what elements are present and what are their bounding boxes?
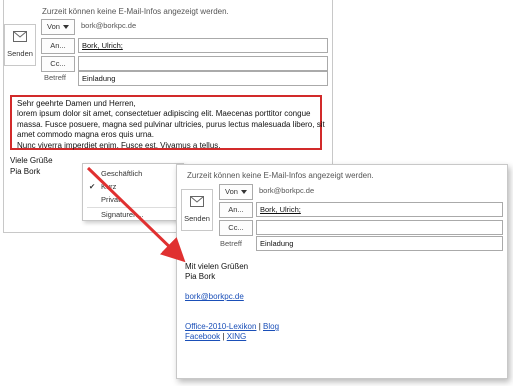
separator: | xyxy=(258,322,261,331)
to-recipient[interactable]: Bork, Ulrich; xyxy=(260,205,301,214)
from-button[interactable]: Von xyxy=(41,19,75,35)
signature-line-2: Pia Bork xyxy=(10,167,41,176)
check-icon: ✔ xyxy=(89,182,96,191)
email-link[interactable]: bork@borkpc.de xyxy=(185,292,244,301)
cc-field[interactable] xyxy=(78,56,328,71)
to-button[interactable]: An... xyxy=(219,202,253,218)
signature-greeting: Mit vielen Grüßen xyxy=(185,262,249,271)
menu-item-geschaeftlich[interactable]: Geschäftlich xyxy=(101,169,142,178)
from-value: bork@borkpc.de xyxy=(259,186,315,195)
signature-name: Pia Bork xyxy=(185,272,216,281)
signature-line-1: Viele Grüße xyxy=(10,156,53,165)
from-label: Von xyxy=(225,187,238,196)
envelope-icon xyxy=(190,196,204,207)
message-body-highlighted[interactable]: Sehr geehrte Damen und Herren, lorem ips… xyxy=(10,95,325,150)
menu-item-kurz[interactable]: Kurz xyxy=(101,182,116,191)
subject-label: Betreff xyxy=(220,239,242,248)
subject-label: Betreff xyxy=(44,73,66,82)
separator: | xyxy=(222,332,225,341)
envelope-icon xyxy=(13,31,27,42)
from-button[interactable]: Von xyxy=(219,184,253,200)
subject-field[interactable]: Einladung xyxy=(78,71,328,86)
send-button[interactable]: Senden xyxy=(181,189,213,231)
body-line: Sehr geehrte Damen und Herren, xyxy=(17,99,136,108)
from-label: Von xyxy=(47,22,60,31)
signature-menu: Geschäftlich ✔ Kurz Privat Signaturen... xyxy=(82,163,184,221)
menu-divider xyxy=(87,207,179,208)
send-label: Senden xyxy=(184,214,210,223)
body-line: Nunc viverra imperdiet enim. Fusce est. … xyxy=(17,140,221,150)
office-lexikon-link[interactable]: Office-2010-Lexikon xyxy=(185,322,256,331)
to-recipient[interactable]: Bork, Ulrich; xyxy=(82,41,123,50)
menu-item-privat[interactable]: Privat xyxy=(101,195,120,204)
to-button[interactable]: An... xyxy=(41,38,75,54)
from-value: bork@borkpc.de xyxy=(81,21,137,30)
to-field[interactable]: Bork, Ulrich; xyxy=(78,38,328,53)
send-label: Senden xyxy=(7,49,33,58)
cc-button[interactable]: Cc... xyxy=(41,56,75,72)
body-line: lorem ipsum dolor sit amet, consectetuer… xyxy=(17,109,311,119)
xing-link[interactable]: XING xyxy=(227,332,247,341)
compose-window-front: Zurzeit können keine E-Mail-Infos angeze… xyxy=(176,164,508,379)
facebook-link[interactable]: Facebook xyxy=(185,332,220,341)
chevron-down-icon xyxy=(62,25,69,30)
blog-link[interactable]: Blog xyxy=(263,322,279,331)
to-field[interactable]: Bork, Ulrich; xyxy=(256,202,503,217)
info-bar-text: Zurzeit können keine E-Mail-Infos angeze… xyxy=(187,171,374,180)
body-line: massa. Fusce posuere, magna sed pulvinar… xyxy=(17,119,325,129)
links-row-1: Office-2010-Lexikon | Blog xyxy=(185,322,279,331)
menu-item-signaturen[interactable]: Signaturen... xyxy=(101,210,144,219)
send-button[interactable]: Senden xyxy=(4,24,36,66)
cc-button[interactable]: Cc... xyxy=(219,220,253,236)
info-bar-text: Zurzeit können keine E-Mail-Infos angeze… xyxy=(42,7,229,16)
links-row-2: Facebook | XING xyxy=(185,332,246,341)
chevron-down-icon xyxy=(240,190,247,195)
cc-field[interactable] xyxy=(256,220,503,235)
subject-field[interactable]: Einladung xyxy=(256,236,503,251)
body-line: amet commodo magna eros quis urna. xyxy=(17,130,154,140)
